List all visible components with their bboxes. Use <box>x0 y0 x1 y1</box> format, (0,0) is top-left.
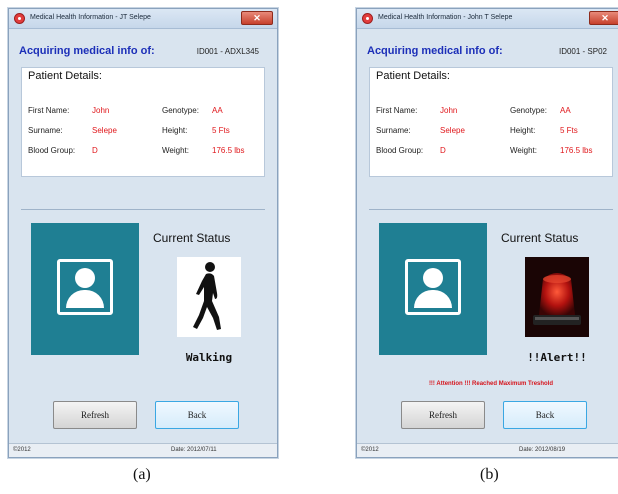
patient-details-panel: Patient Details: First Name: John Surnam… <box>21 67 265 177</box>
close-button[interactable]: ✕ <box>241 11 273 25</box>
height-value: 5 Fts <box>560 126 578 135</box>
close-button[interactable]: ✕ <box>589 11 618 25</box>
acquiring-label: Acquiring medical info of: <box>19 45 155 57</box>
app-window: Medical Health Information - JT Selepe ✕… <box>8 8 278 458</box>
status-area: Current Status Walking <box>21 209 265 389</box>
app-icon <box>14 13 25 24</box>
refresh-button[interactable]: Refresh <box>53 401 137 429</box>
first-name-label: First Name: <box>376 106 418 115</box>
status-bar: ©2012 Date: 2012/07/11 <box>9 443 277 457</box>
blood-group-label: Blood Group: <box>376 146 424 155</box>
window-title: Medical Health Information - John T Sele… <box>378 14 513 21</box>
acquiring-header: Acquiring medical info of: ID001 - SP02 <box>367 43 615 65</box>
acquiring-label: Acquiring medical info of: <box>367 45 503 57</box>
avatar <box>379 223 487 355</box>
app-window: Medical Health Information - John T Sele… <box>356 8 618 458</box>
acquiring-header: Acquiring medical info of: ID001 - ADXL3… <box>19 43 267 65</box>
first-name-label: First Name: <box>28 106 70 115</box>
surname-label: Surname: <box>376 126 411 135</box>
patient-details-panel: Patient Details: First Name: John Surnam… <box>369 67 613 177</box>
walking-person-icon <box>177 257 241 337</box>
blood-group-label: Blood Group: <box>28 146 76 155</box>
window-title: Medical Health Information - JT Selepe <box>30 14 151 21</box>
status-title: Current Status <box>501 231 579 245</box>
first-name-value: John <box>440 106 458 115</box>
alert-message: !!! Attention !!! Reached Maximum Tresho… <box>428 381 554 387</box>
alarm-beacon-icon <box>525 257 589 337</box>
user-icon <box>405 259 461 315</box>
avatar <box>31 223 139 355</box>
back-button[interactable]: Back <box>155 401 239 429</box>
divider <box>369 209 613 210</box>
date-text: Date: 2012/08/19 <box>519 447 566 453</box>
app-icon <box>362 13 373 24</box>
refresh-button[interactable]: Refresh <box>401 401 485 429</box>
height-value: 5 Fts <box>212 126 230 135</box>
status-text: !!Alert!! <box>527 351 587 364</box>
patient-id: ID001 - ADXL345 <box>196 47 259 56</box>
height-label: Height: <box>162 126 188 135</box>
weight-value: 176.5 lbs <box>212 146 245 155</box>
copyright-text: ©2012 <box>361 447 379 453</box>
surname-label: Surname: <box>28 126 63 135</box>
divider <box>21 209 265 210</box>
blood-group-value: D <box>92 146 98 155</box>
genotype-label: Genotype: <box>510 106 547 115</box>
date-text: Date: 2012/07/11 <box>171 447 217 453</box>
figure-caption: (b) <box>480 466 499 483</box>
blood-group-value: D <box>440 146 446 155</box>
weight-value: 176.5 lbs <box>560 146 593 155</box>
height-label: Height: <box>510 126 536 135</box>
genotype-label: Genotype: <box>162 106 199 115</box>
title-bar[interactable]: Medical Health Information - JT Selepe ✕ <box>9 9 277 29</box>
panel-title: Patient Details: <box>376 70 450 82</box>
status-title: Current Status <box>153 231 231 245</box>
genotype-value: AA <box>212 106 223 115</box>
patient-id: ID001 - SP02 <box>558 47 607 56</box>
user-icon <box>57 259 113 315</box>
first-name-value: John <box>92 106 110 115</box>
copyright-text: ©2012 <box>13 447 31 453</box>
status-bar: ©2012 Date: 2012/08/19 <box>357 443 618 457</box>
genotype-value: AA <box>560 106 571 115</box>
figure-caption: (a) <box>133 466 151 483</box>
back-button[interactable]: Back <box>503 401 587 429</box>
weight-label: Weight: <box>162 146 189 155</box>
status-text: Walking <box>185 351 233 364</box>
weight-label: Weight: <box>510 146 537 155</box>
status-area: Current Status !!Alert!! !!! Attention !… <box>369 209 613 389</box>
surname-value: Selepe <box>440 126 465 135</box>
panel-title: Patient Details: <box>28 70 102 82</box>
title-bar[interactable]: Medical Health Information - John T Sele… <box>357 9 618 29</box>
surname-value: Selepe <box>92 126 117 135</box>
